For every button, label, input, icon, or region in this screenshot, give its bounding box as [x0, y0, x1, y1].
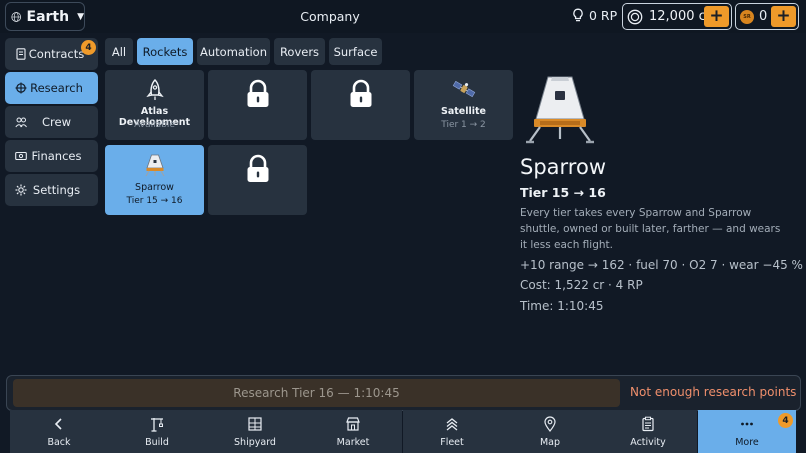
sidebar-item-label: Finances — [31, 149, 82, 163]
add-credits-button[interactable]: + — [704, 6, 729, 27]
tile-locked[interactable] — [208, 70, 307, 140]
research-points-value: 0 RP — [589, 8, 618, 23]
research-button[interactable]: Research Tier 16 — 1:10:45 — [13, 379, 620, 407]
lock-icon — [247, 79, 268, 107]
nav-label: Fleet — [440, 437, 464, 448]
detail-title: Sparrow — [520, 155, 606, 179]
nav-more[interactable]: More 4 — [698, 410, 796, 453]
tab-surface[interactable]: Surface — [329, 38, 382, 65]
lightbulb-icon — [573, 8, 583, 22]
detail-tier: Tier 15 → 16 — [520, 185, 606, 200]
tile-locked[interactable] — [208, 145, 307, 215]
nav-back[interactable]: Back — [10, 410, 108, 453]
nav-shipyard[interactable]: Shipyard — [206, 410, 304, 453]
tile-satellite[interactable]: Satellite Tier 1 → 2 — [414, 70, 513, 140]
sidebar-item-label: Research — [30, 81, 83, 95]
planet-name: Earth — [26, 8, 70, 25]
more-icon — [741, 422, 753, 426]
sidebar-item-label: Settings — [32, 183, 81, 197]
globe-icon — [11, 11, 22, 22]
capsule-icon — [526, 76, 594, 144]
sr-display: SR 0 + — [735, 3, 799, 30]
nav-label: Back — [47, 437, 71, 448]
sr-coin-icon: SR — [740, 9, 754, 24]
sidebar-item-finances[interactable]: Finances — [5, 140, 98, 172]
sidebar-item-settings[interactable]: Settings — [5, 174, 98, 206]
lock-icon — [350, 79, 371, 107]
nav-label: Build — [145, 437, 169, 448]
detail-stats: +10 range → 162 · fuel 70 · O2 7 · wear … — [520, 258, 803, 272]
add-sr-button[interactable]: + — [771, 6, 796, 27]
tile-status: Tier 1 → 2 — [441, 120, 486, 130]
nav-build[interactable]: Build — [108, 410, 206, 453]
tab-rovers[interactable]: Rovers — [274, 38, 325, 65]
market-icon — [346, 417, 360, 431]
tile-name: Satellite — [441, 106, 486, 117]
shipyard-icon — [248, 417, 262, 431]
research-bar: Research Tier 16 — 1:10:45 Not enough re… — [6, 375, 801, 411]
back-icon — [54, 418, 62, 430]
rocket-icon — [145, 79, 164, 100]
lock-icon — [247, 154, 268, 182]
sr-value: 0 — [759, 9, 768, 24]
sidebar-item-research[interactable]: Research — [5, 72, 98, 104]
nav-label: Market — [336, 437, 370, 448]
tile-sparrow[interactable]: Sparrow Tier 15 → 16 — [105, 145, 204, 215]
more-badge: 4 — [778, 413, 793, 428]
tile-status: Available — [134, 120, 175, 130]
nav-map[interactable]: Map — [501, 410, 599, 453]
nav-label: Activity — [630, 437, 666, 448]
page-title: Company — [300, 9, 360, 24]
nav-fleet[interactable]: Fleet — [403, 410, 501, 453]
research-warning: Not enough research points — [630, 385, 797, 399]
research-points-display: 0 RP — [572, 8, 617, 23]
tile-name: Sparrow — [135, 182, 174, 193]
sidebar-item-label: Crew — [42, 115, 71, 129]
nav-label: More — [735, 437, 759, 448]
fleet-icon — [446, 418, 458, 431]
tab-automation[interactable]: Automation — [197, 38, 270, 65]
coin-icon — [627, 9, 643, 24]
build-icon — [151, 418, 163, 432]
satellite-icon — [452, 80, 475, 98]
tile-atlas-development[interactable]: Atlas Development Available — [105, 70, 204, 140]
capsule-icon — [144, 154, 165, 177]
nav-label: Shipyard — [234, 437, 276, 448]
contracts-badge: 4 — [81, 40, 96, 55]
sidebar-item-contracts[interactable]: Contracts 4 — [5, 38, 98, 70]
sidebar-item-crew[interactable]: Crew — [5, 106, 98, 138]
chevron-down-icon: ▼ — [77, 11, 84, 22]
nav-label: Map — [539, 437, 561, 448]
tile-status: Tier 15 → 16 — [126, 196, 183, 206]
nav-activity[interactable]: Activity — [599, 410, 697, 453]
detail-time: Time: 1:10:45 — [520, 299, 604, 313]
map-icon — [544, 416, 556, 432]
activity-icon — [642, 416, 654, 432]
detail-cost: Cost: 1,522 cr · 4 RP — [520, 278, 643, 292]
credits-value: 12,000 cr — [649, 9, 712, 24]
nav-market[interactable]: Market — [304, 410, 402, 453]
top-bar: Earth ▼ Company 0 RP 12,000 cr + SR 0 + — [0, 0, 806, 33]
tile-locked[interactable] — [311, 70, 410, 140]
tab-all[interactable]: All — [105, 38, 133, 65]
credits-display: 12,000 cr + — [622, 3, 732, 30]
planet-selector[interactable]: Earth ▼ — [5, 2, 85, 31]
detail-description: Every tier takes every Sparrow and Sparr… — [520, 207, 781, 251]
tab-rockets[interactable]: Rockets — [137, 38, 193, 65]
